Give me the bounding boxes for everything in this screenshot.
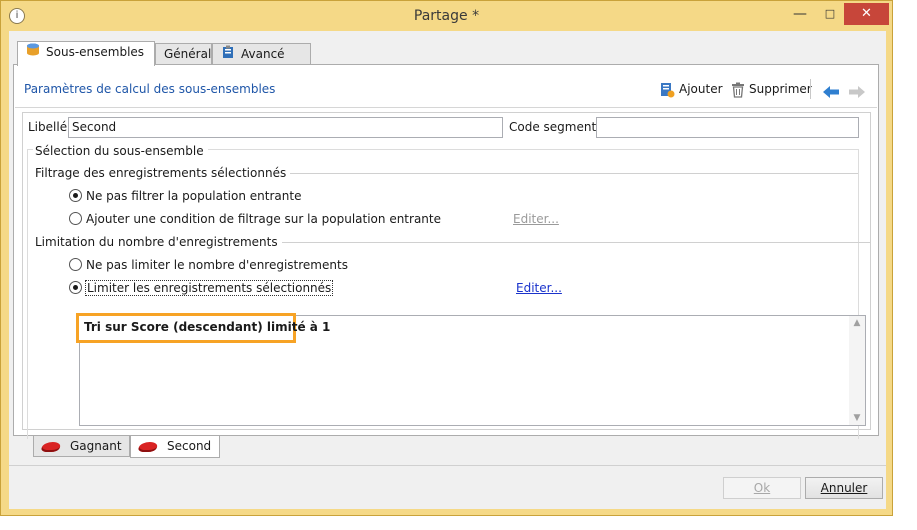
arrow-left-icon[interactable]: [822, 81, 840, 103]
red-shape-icon: [137, 441, 159, 452]
libelle-input[interactable]: Second: [68, 117, 503, 138]
add-icon: [661, 82, 675, 97]
limit-edit-link[interactable]: Editer...: [516, 281, 562, 295]
limit-none-label[interactable]: Ne pas limiter le nombre d'enregistremen…: [86, 258, 348, 272]
filter-none-radio[interactable]: [69, 189, 82, 202]
subset-tab-label: Second: [167, 439, 212, 453]
subset-tab-gagnant[interactable]: Gagnant: [33, 436, 130, 457]
tab-general[interactable]: Général: [155, 43, 212, 65]
scroll-down-icon[interactable]: ▼: [849, 411, 865, 425]
database-icon: [26, 43, 40, 63]
minimize-button[interactable]: —: [784, 3, 816, 25]
limit-none-radio[interactable]: [69, 258, 82, 271]
tab-label: Avancé: [241, 47, 285, 61]
delete-button[interactable]: Supprimer: [731, 78, 812, 100]
toolbar-separator: [810, 79, 811, 99]
ok-label: Ok: [753, 481, 771, 495]
maximize-button[interactable]: □: [814, 3, 846, 25]
tab-label: Général: [164, 47, 212, 61]
panel-title: Paramètres de calcul des sous-ensembles: [24, 82, 276, 96]
add-label: Ajouter: [679, 82, 723, 96]
cancel-button[interactable]: Annuler: [805, 477, 883, 499]
dialog-client: Sous-ensembles Général Avancé Paramètres…: [9, 31, 886, 509]
filter-none-label[interactable]: Ne pas filtrer la population entrante: [86, 189, 301, 203]
cancel-label: Annuler: [820, 481, 868, 495]
limit-label[interactable]: Limiter les enregistrements sélectionnés: [85, 280, 334, 296]
header-divider: [15, 107, 877, 108]
subset-tab-second[interactable]: Second: [130, 436, 220, 458]
window-title: Partage *: [413, 8, 480, 24]
delete-label: Supprimer: [749, 82, 812, 96]
subset-tab-label: Gagnant: [70, 439, 122, 453]
tab-label: Sous-ensembles: [46, 45, 145, 59]
clipboard-icon: [221, 45, 235, 65]
vertical-scrollbar[interactable]: ▲ ▼: [849, 316, 865, 425]
libelle-label: Libellé:: [28, 120, 72, 134]
selection-group-title: Sélection du sous-ensemble: [33, 144, 208, 158]
filter-section-title: Filtrage des enregistrements sélectionné…: [35, 166, 291, 180]
filter-condition-label[interactable]: Ajouter une condition de filtrage sur la…: [86, 212, 441, 226]
summary-text: Tri sur Score (descendant) limité à 1: [84, 320, 331, 334]
scroll-up-icon[interactable]: ▲: [849, 316, 865, 330]
title-bar[interactable]: i Partage * — □ ✕: [1, 1, 892, 31]
summary-highlight: Tri sur Score (descendant) limité à 1: [76, 313, 330, 343]
button-divider: [9, 465, 886, 466]
add-button[interactable]: Ajouter: [659, 78, 723, 100]
ok-button[interactable]: Ok: [723, 477, 801, 499]
filter-edit-link: Editer...: [513, 212, 559, 226]
red-shape-icon: [40, 441, 62, 452]
limit-radio[interactable]: [69, 281, 82, 294]
trash-icon: [732, 82, 744, 98]
code-segment-input[interactable]: [596, 117, 859, 138]
arrow-right-icon[interactable]: [848, 81, 866, 103]
tab-avance[interactable]: Avancé: [212, 43, 311, 65]
dialog-window: i Partage * — □ ✕ Sous-ensembles Général…: [0, 0, 893, 516]
tab-sous-ensembles[interactable]: Sous-ensembles: [17, 41, 155, 66]
limit-section-title: Limitation du nombre d'enregistrements: [35, 235, 282, 249]
filter-condition-radio[interactable]: [69, 212, 82, 225]
code-segment-label: Code segment:: [509, 120, 601, 134]
close-button[interactable]: ✕: [844, 3, 889, 25]
